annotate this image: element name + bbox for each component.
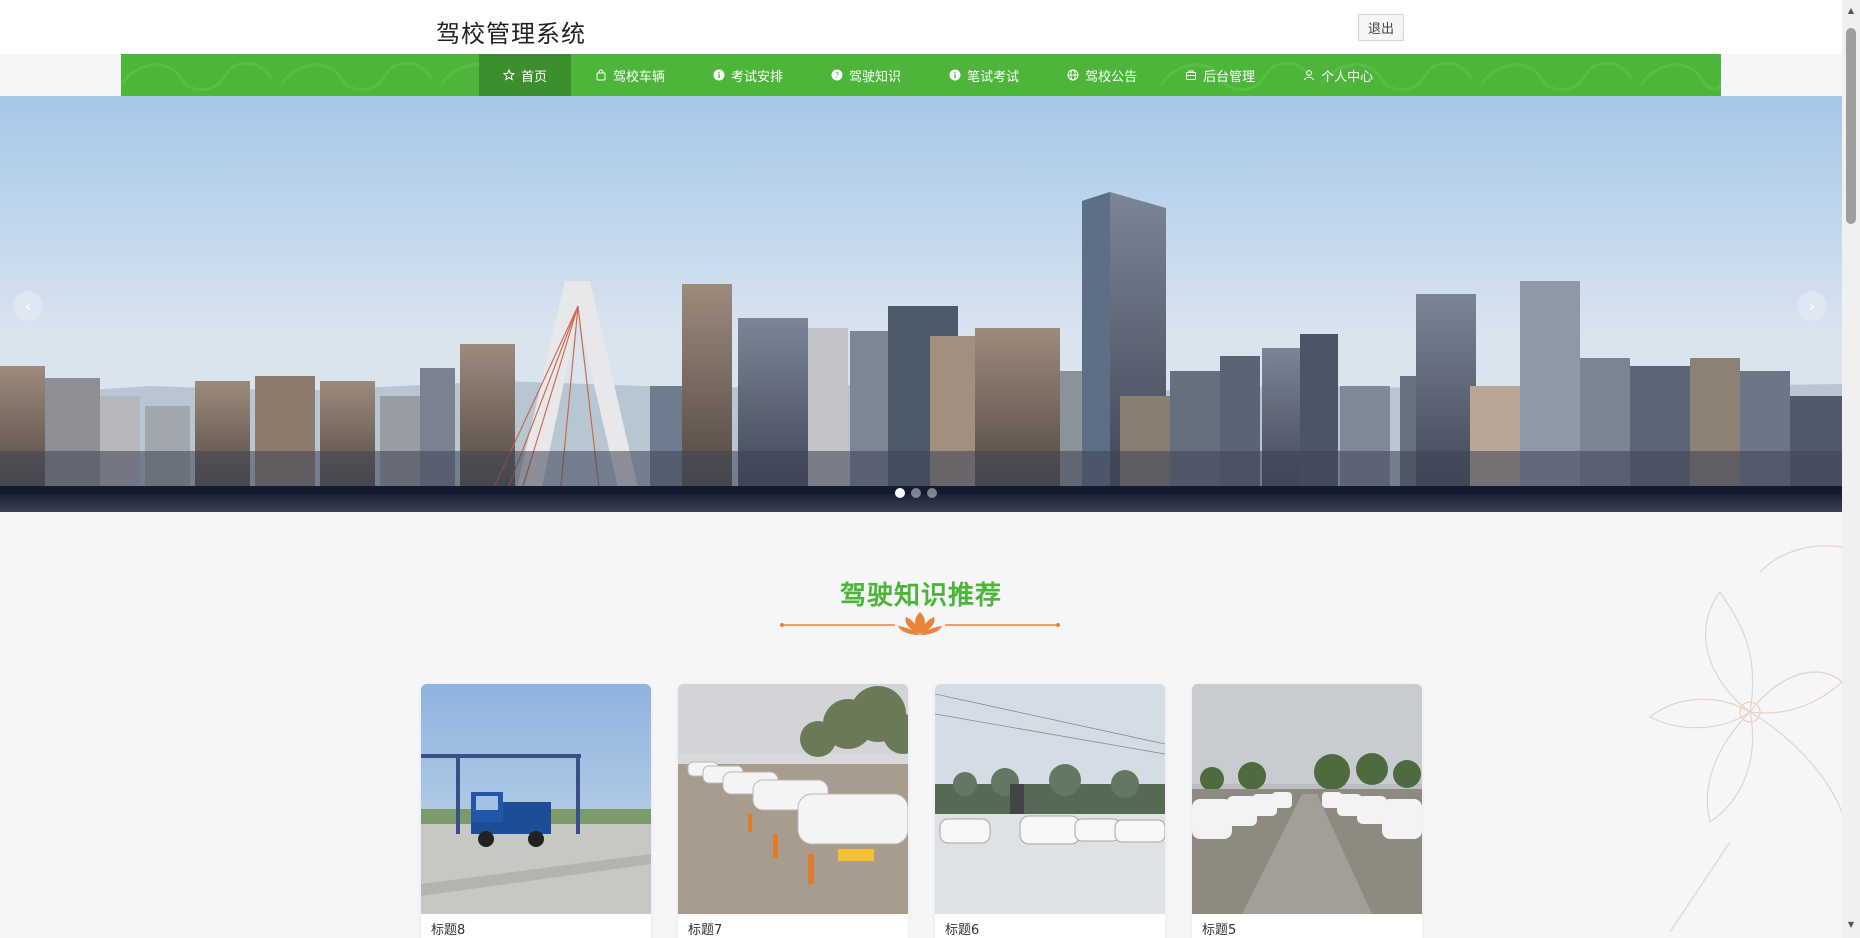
card-title: 标题6 — [945, 923, 980, 938]
carousel-dots — [895, 488, 937, 498]
globe-icon — [1067, 69, 1079, 81]
nav-item-label: 驾校车辆 — [613, 69, 666, 85]
nav-item-6[interactable]: 驾校公告 — [1043, 54, 1161, 96]
knowledge-cards: 标题8 标题7 标题6 标题5 — [421, 684, 1422, 938]
svg-text:?: ? — [835, 71, 839, 80]
city-skyline-image — [0, 96, 1842, 512]
logout-button[interactable]: 退出 — [1358, 14, 1404, 41]
knowledge-card[interactable]: 标题7 — [678, 684, 908, 938]
nav-item-8[interactable]: 个人中心 — [1279, 54, 1397, 96]
nav-item-1[interactable]: 首页 — [479, 54, 572, 96]
briefcase-icon — [1185, 69, 1197, 81]
page-scrollbar[interactable]: ▲ ▼ — [1842, 0, 1860, 938]
card-image — [678, 684, 908, 914]
nav-item-label: 驾校公告 — [1085, 69, 1138, 85]
main-nav: 首页 驾校车辆 考试安排? 驾驶知识 笔试考试 驾校公告 后台管理 个人中心 — [121, 54, 1721, 96]
nav-item-5[interactable]: 笔试考试 — [925, 54, 1043, 96]
section-title: 驾驶知识推荐 — [839, 581, 1002, 611]
star-icon — [502, 68, 516, 81]
lotus-divider — [780, 612, 1060, 635]
nav-item-label: 笔试考试 — [967, 69, 1020, 85]
carousel-next-button[interactable]: › — [1797, 291, 1827, 321]
user-icon — [1303, 69, 1315, 81]
nav-items: 首页 驾校车辆 考试安排? 驾驶知识 笔试考试 驾校公告 后台管理 个人中心 — [479, 54, 1397, 96]
nav-item-label: 首页 — [521, 69, 548, 85]
card-title: 标题8 — [431, 923, 466, 938]
carousel-dot-2[interactable] — [911, 488, 921, 498]
knowledge-card[interactable]: 标题8 — [421, 684, 651, 938]
top-header: 驾校管理系统 退出 — [0, 0, 1842, 54]
carousel-dot-1[interactable] — [895, 488, 905, 498]
nav-item-4[interactable]: ? 驾驶知识 — [807, 54, 925, 96]
knowledge-card[interactable]: 标题5 — [1192, 684, 1422, 938]
question-circle-icon: ? — [831, 69, 843, 81]
site-title: 驾校管理系统 — [436, 20, 586, 48]
hero-banner: ‹ › — [0, 96, 1842, 512]
info-circle-icon — [713, 69, 725, 81]
carousel-prev-button[interactable]: ‹ — [13, 291, 43, 321]
card-image — [1192, 684, 1422, 914]
scroll-up-arrow-icon[interactable]: ▲ — [1846, 6, 1856, 16]
knowledge-card[interactable]: 标题6 — [935, 684, 1165, 938]
nav-item-label: 驾驶知识 — [849, 69, 902, 85]
card-title: 标题5 — [1202, 923, 1237, 938]
info-circle-icon — [949, 69, 961, 81]
bag-icon — [595, 69, 607, 81]
nav-item-label: 考试安排 — [731, 69, 784, 85]
carousel-dot-3[interactable] — [927, 488, 937, 498]
scroll-down-arrow-icon[interactable]: ▼ — [1846, 920, 1856, 930]
nav-item-3[interactable]: 考试安排 — [689, 54, 807, 96]
nav-item-label: 个人中心 — [1321, 69, 1374, 85]
card-image — [421, 684, 651, 914]
nav-item-2[interactable]: 驾校车辆 — [571, 54, 689, 96]
scroll-thumb[interactable] — [1846, 28, 1856, 224]
nav-item-label: 后台管理 — [1203, 69, 1256, 85]
card-title: 标题7 — [688, 923, 723, 938]
card-image — [935, 684, 1165, 914]
nav-item-7[interactable]: 后台管理 — [1161, 54, 1279, 96]
